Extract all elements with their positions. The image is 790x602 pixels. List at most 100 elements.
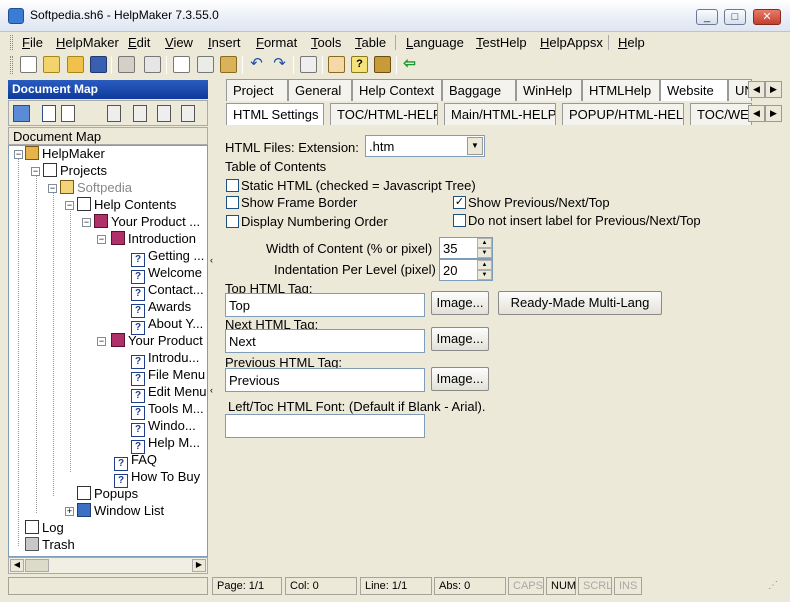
tree-node-topic[interactable]: ? Welcome bbox=[131, 265, 202, 284]
tab-help-context[interactable]: Help Context bbox=[352, 79, 442, 101]
stepper-down-icon[interactable]: ▼ bbox=[477, 270, 492, 280]
tree-node-popups[interactable]: Popups bbox=[77, 486, 138, 502]
tab-scroll-left-icon[interactable]: ◀ bbox=[748, 81, 765, 98]
tree-node-topic[interactable]: ? Windo... bbox=[131, 418, 196, 437]
topic-icon[interactable] bbox=[328, 56, 345, 73]
spellcheck-icon[interactable] bbox=[144, 56, 161, 73]
menu-file[interactable]: File bbox=[22, 35, 43, 50]
scroll-right-arrow-icon[interactable]: ▶ bbox=[192, 559, 206, 572]
paste-icon[interactable] bbox=[220, 56, 237, 73]
tree-node-softpedia[interactable]: Softpedia bbox=[60, 180, 132, 196]
copy-icon[interactable] bbox=[173, 56, 190, 73]
tree-node-window-list[interactable]: Window List bbox=[77, 503, 164, 519]
top-tag-input[interactable]: Top bbox=[225, 293, 425, 317]
tree-node-topic[interactable]: ? Tools M... bbox=[131, 401, 204, 420]
tab-toc-html-help[interactable]: TOC/HTML-HELP bbox=[330, 103, 438, 125]
minimize-button[interactable]: _ bbox=[696, 9, 718, 25]
menu-format[interactable]: Format bbox=[256, 35, 297, 50]
tree-node-topic[interactable]: ? Getting ... bbox=[131, 248, 204, 267]
menu-help[interactable]: Help bbox=[618, 35, 645, 50]
tree-node-topic[interactable]: ? Awards bbox=[131, 299, 191, 318]
static-html-checkbox[interactable] bbox=[226, 179, 239, 192]
document-map-tree[interactable]: − HelpMaker − Projects − Softpedia − Hel… bbox=[8, 145, 208, 557]
tree-node-your-product[interactable]: Your Product ... bbox=[94, 214, 200, 230]
tree-node-topic[interactable]: ? File Menu bbox=[131, 367, 205, 386]
add-topic-icon[interactable] bbox=[13, 105, 30, 122]
save-icon[interactable] bbox=[90, 56, 107, 73]
menu-view[interactable]: View bbox=[165, 35, 193, 50]
edit-topic-icon[interactable] bbox=[61, 105, 75, 122]
tab-toc-website[interactable]: TOC/WE bbox=[690, 103, 752, 125]
tree-node-topic[interactable]: ? About Y... bbox=[131, 316, 203, 335]
list-icon[interactable] bbox=[42, 105, 56, 122]
properties-icon[interactable] bbox=[300, 56, 317, 73]
tab-scroll-right-icon[interactable]: ▶ bbox=[765, 81, 782, 98]
outdent-icon[interactable] bbox=[181, 105, 195, 122]
collapse-toggle[interactable]: − bbox=[97, 337, 106, 346]
open-folder-icon[interactable] bbox=[43, 56, 60, 73]
extension-select[interactable]: .htm ▼ bbox=[365, 135, 485, 157]
tree-node-faq[interactable]: ? FAQ bbox=[114, 452, 157, 471]
cut-icon[interactable] bbox=[197, 56, 214, 73]
tab-scroll-left-icon[interactable]: ◀ bbox=[748, 105, 765, 122]
tree-node-helpmaker[interactable]: HelpMaker bbox=[25, 146, 105, 162]
resize-grip-icon[interactable]: ⋰ bbox=[768, 581, 782, 595]
help-icon[interactable]: ? bbox=[351, 56, 368, 73]
tree-node-your-product-2[interactable]: Your Product bbox=[111, 333, 203, 349]
collapse-toggle[interactable]: − bbox=[48, 184, 57, 193]
tree-horizontal-scrollbar[interactable]: ◀ ▶ bbox=[8, 557, 208, 574]
tab-html-settings[interactable]: HTML Settings bbox=[226, 103, 324, 125]
tab-project[interactable]: Project bbox=[226, 79, 288, 101]
tab-baggage[interactable]: Baggage bbox=[442, 79, 516, 101]
menu-helpappsx[interactable]: HelpAppsx bbox=[540, 35, 603, 50]
tree-node-log[interactable]: Log bbox=[25, 520, 64, 536]
next-tag-input[interactable]: Next bbox=[225, 329, 425, 353]
tree-node-topic[interactable]: ? Contact... bbox=[131, 282, 204, 301]
tab-scroll-right-icon[interactable]: ▶ bbox=[765, 105, 782, 122]
scroll-thumb[interactable] bbox=[25, 559, 49, 572]
back-arrow-icon[interactable]: ⇦ bbox=[401, 56, 418, 73]
previous-image-button[interactable]: Image... bbox=[431, 367, 489, 391]
previous-tag-input[interactable]: Previous bbox=[225, 368, 425, 392]
display-numbering-checkbox[interactable] bbox=[226, 215, 239, 228]
menu-language[interactable]: Language bbox=[406, 35, 464, 50]
stepper-up-icon[interactable]: ▲ bbox=[477, 238, 492, 248]
move-up-icon[interactable] bbox=[107, 105, 121, 122]
tree-node-introduction[interactable]: Introduction bbox=[111, 231, 196, 247]
font-input[interactable] bbox=[225, 414, 425, 438]
tab-htmlhelp[interactable]: HTMLHelp bbox=[582, 79, 660, 101]
show-prev-next-top-checkbox[interactable]: ✓ bbox=[453, 196, 466, 209]
indent-icon[interactable] bbox=[157, 105, 171, 122]
show-frame-border-checkbox[interactable] bbox=[226, 196, 239, 209]
print-preview-icon[interactable] bbox=[118, 56, 135, 73]
maximize-button[interactable]: □ bbox=[724, 9, 746, 25]
collapse-toggle[interactable]: − bbox=[14, 150, 23, 159]
expand-toggle[interactable]: + bbox=[65, 507, 74, 516]
redo-icon[interactable]: ↷ bbox=[271, 56, 288, 73]
open-project-icon[interactable] bbox=[67, 56, 84, 73]
tree-node-topic[interactable]: ? Introdu... bbox=[131, 350, 199, 369]
multi-lang-button[interactable]: Ready-Made Multi-Lang bbox=[498, 291, 662, 315]
scroll-left-arrow-icon[interactable]: ◀ bbox=[10, 559, 24, 572]
stepper-down-icon[interactable]: ▼ bbox=[477, 248, 492, 258]
tab-popup-html-help[interactable]: POPUP/HTML-HELP bbox=[562, 103, 684, 125]
top-image-button[interactable]: Image... bbox=[431, 291, 489, 315]
close-button[interactable]: ✕ bbox=[753, 9, 781, 25]
tab-main-html-help[interactable]: Main/HTML-HELP bbox=[444, 103, 556, 125]
tree-node-topic[interactable]: ? Help M... bbox=[131, 435, 200, 454]
tree-node-help-contents[interactable]: Help Contents bbox=[77, 197, 176, 213]
width-stepper[interactable]: 35 ▲ ▼ bbox=[439, 237, 493, 259]
menu-insert[interactable]: Insert bbox=[208, 35, 241, 50]
collapse-left-icon[interactable]: ‹ bbox=[210, 385, 213, 395]
move-down-icon[interactable] bbox=[133, 105, 147, 122]
no-label-checkbox[interactable] bbox=[453, 214, 466, 227]
indent-stepper[interactable]: 20 ▲ ▼ bbox=[439, 259, 493, 281]
menu-edit[interactable]: Edit bbox=[128, 35, 150, 50]
menu-helpmaker[interactable]: HelpMaker bbox=[56, 35, 119, 50]
collapse-toggle[interactable]: − bbox=[31, 167, 40, 176]
chevron-down-icon[interactable]: ▼ bbox=[467, 137, 483, 155]
stepper-up-icon[interactable]: ▲ bbox=[477, 260, 492, 270]
new-file-icon[interactable] bbox=[20, 56, 37, 73]
tab-website[interactable]: Website bbox=[660, 79, 728, 101]
collapse-left-icon[interactable]: ‹ bbox=[210, 255, 213, 265]
